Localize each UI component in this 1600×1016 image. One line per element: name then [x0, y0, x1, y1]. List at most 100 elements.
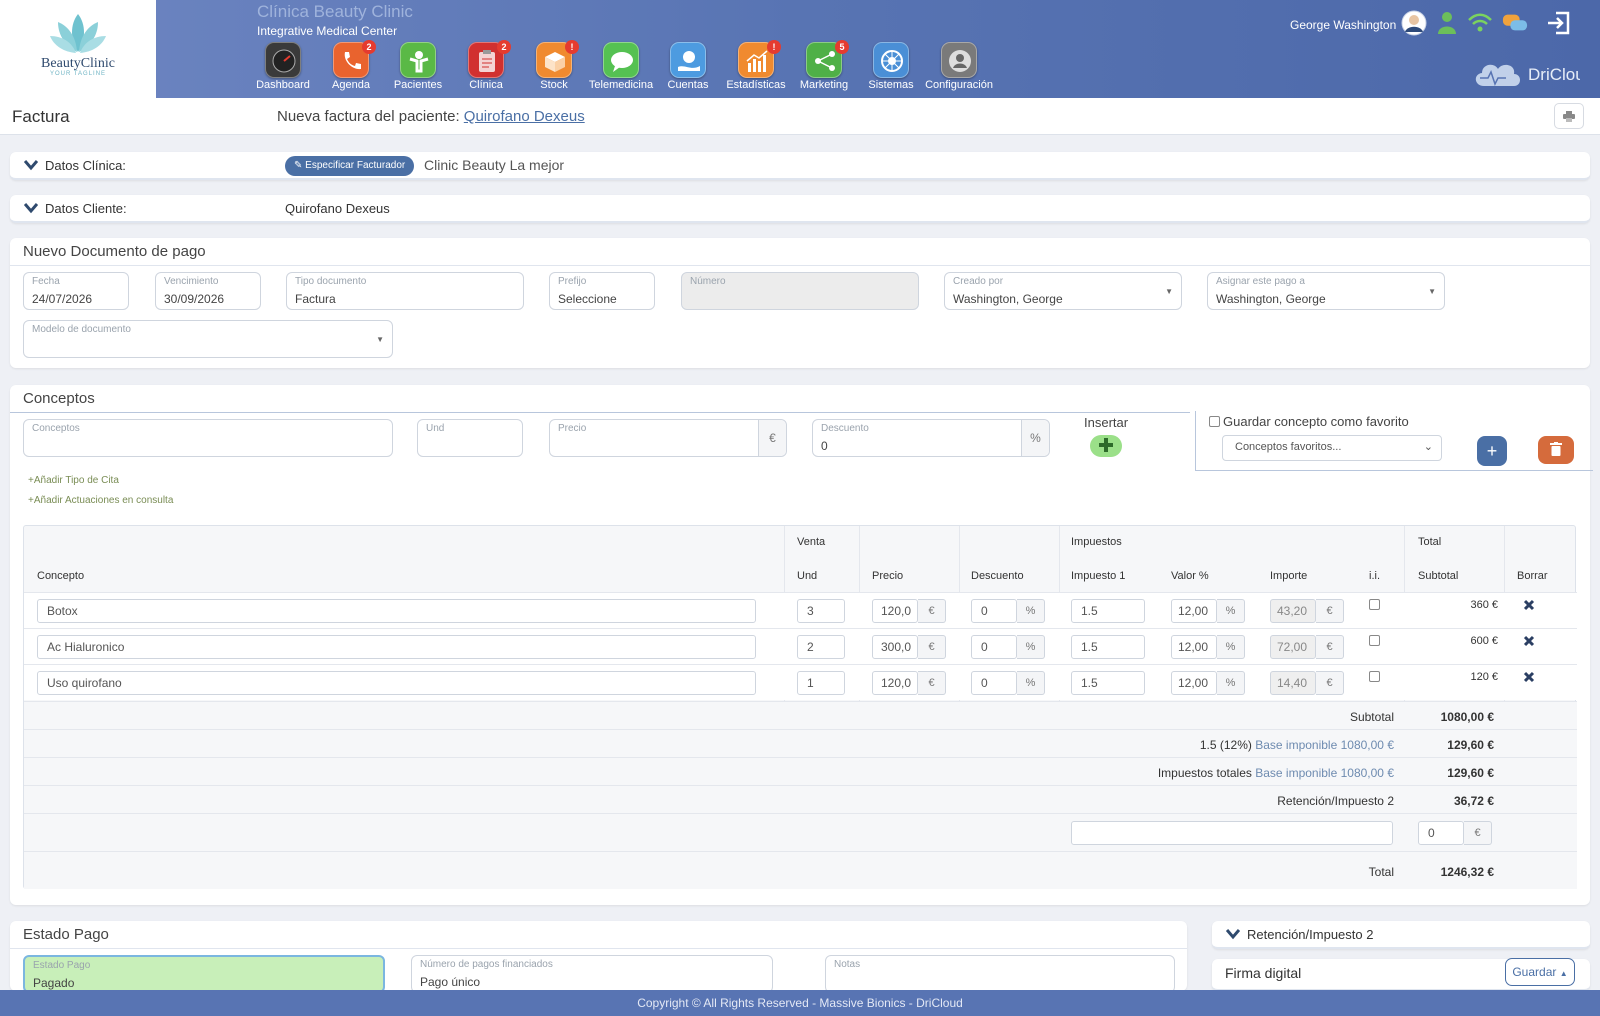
- numero-pagos-select[interactable]: Número de pagos financiados Pago único: [411, 955, 773, 993]
- plus-icon: +: [1486, 441, 1498, 461]
- datos-clinica-panel[interactable]: Datos Clínica: ✎ Especificar Facturador …: [10, 152, 1590, 180]
- nav-item-cuentas[interactable]: Cuentas: [651, 42, 725, 91]
- add-actuaciones-link[interactable]: +Añadir Actuaciones en consulta: [28, 495, 173, 506]
- extra-concept-input[interactable]: [1071, 821, 1393, 845]
- concepto-input[interactable]: Botox: [37, 599, 756, 623]
- print-button[interactable]: [1554, 103, 1584, 129]
- prefijo-select[interactable]: Prefijo Seleccione: [549, 272, 655, 310]
- und-input[interactable]: 1: [797, 671, 845, 695]
- valor-input[interactable]: 12,00: [1171, 671, 1217, 695]
- wifi-icon[interactable]: [1467, 10, 1493, 36]
- importe-input: 43,20: [1270, 599, 1316, 623]
- tax-total-name: Impuestos totales: [1157, 766, 1252, 780]
- nav-item-configuracion[interactable]: Configuración: [922, 42, 996, 91]
- ii-checkbox[interactable]: [1369, 671, 1380, 682]
- box-icon: !: [536, 40, 579, 78]
- chat-icon: [603, 42, 639, 78]
- printer-icon: [1563, 111, 1575, 122]
- euro-addon: €: [758, 420, 786, 456]
- conceptos-favoritos-select[interactable]: Conceptos favoritos... ⌄: [1222, 435, 1442, 461]
- asignar-pago-select[interactable]: Asignar este pago a Washington, George ▼: [1207, 272, 1445, 310]
- nav-item-estadisticas[interactable]: ! Estadísticas: [719, 40, 793, 91]
- valor-input[interactable]: 12,00: [1171, 635, 1217, 659]
- retencion-toggle-label: Retención/Impuesto 2: [1247, 927, 1374, 942]
- col-precio: Precio: [872, 570, 904, 582]
- precio-input[interactable]: 120,0: [872, 671, 918, 695]
- nav-item-stock[interactable]: ! Stock: [517, 40, 591, 91]
- logo[interactable]: BeautyClinic YOUR TAGLINE: [0, 0, 156, 98]
- importe-input: 14,40: [1270, 671, 1316, 695]
- descuento-input[interactable]: 0: [971, 635, 1017, 659]
- user-name[interactable]: George Washington: [1290, 18, 1396, 32]
- tax-line-value: 129,60 €: [1447, 738, 1494, 752]
- vencimiento-field[interactable]: Vencimiento 30/09/2026: [155, 272, 261, 310]
- retencion-panel[interactable]: Retención/Impuesto 2: [1212, 921, 1590, 949]
- clinic-subtitle: Integrative Medical Center: [257, 24, 398, 38]
- user-avatar-icon[interactable]: [1401, 10, 1427, 36]
- nav-item-sistemas[interactable]: Sistemas: [854, 42, 928, 91]
- doctor-icon[interactable]: [1434, 10, 1460, 36]
- descuento-input[interactable]: 0: [971, 671, 1017, 695]
- ii-checkbox[interactable]: [1369, 599, 1380, 610]
- caret-down-icon: ▼: [376, 335, 384, 344]
- concepto-input[interactable]: Uso quirofano: [37, 671, 756, 695]
- especificar-facturador-button[interactable]: ✎ Especificar Facturador: [285, 156, 415, 176]
- precio-input[interactable]: 300,0: [872, 635, 918, 659]
- total-row: Total 1246,32 €: [24, 851, 1577, 889]
- und-input[interactable]: Und: [417, 419, 523, 457]
- insertar-button[interactable]: [1090, 435, 1122, 457]
- nav-item-marketing[interactable]: 5 Marketing: [787, 40, 861, 91]
- nav-item-dashboard[interactable]: Dashboard: [246, 42, 320, 91]
- chevron-down-icon[interactable]: [1226, 928, 1240, 940]
- datos-cliente-panel[interactable]: Datos Cliente: Quirofano Dexeus: [10, 195, 1590, 223]
- modelo-documento-select[interactable]: Modelo de documento ▼: [23, 320, 393, 358]
- estado-pago-select[interactable]: Estado Pago Pagado: [23, 955, 385, 993]
- delete-row-icon[interactable]: [1523, 635, 1535, 647]
- guardar-favorito-checkbox[interactable]: [1209, 416, 1220, 427]
- chat-bubbles-icon[interactable]: [1502, 10, 1528, 36]
- nav-item-agenda[interactable]: 2 Agenda: [314, 40, 388, 91]
- delete-row-icon[interactable]: [1523, 671, 1535, 683]
- nav-item-clinica[interactable]: 2 Clínica: [449, 40, 523, 91]
- guardar-button[interactable]: Guardar ▲: [1505, 958, 1575, 986]
- extra-amount-input[interactable]: 0: [1418, 821, 1464, 845]
- und-input[interactable]: 2: [797, 635, 845, 659]
- impuesto-input[interactable]: 1.5: [1071, 599, 1145, 623]
- precio-input[interactable]: Precio €: [549, 419, 787, 457]
- chevron-down-icon[interactable]: [24, 159, 38, 171]
- precio-input[interactable]: 120,0: [872, 599, 918, 623]
- delete-row-icon[interactable]: [1523, 599, 1535, 611]
- clipboard-icon: 2: [468, 40, 511, 78]
- chevron-down-icon[interactable]: [24, 202, 38, 214]
- total-label: Total: [1368, 865, 1394, 879]
- fecha-field[interactable]: Fecha 24/07/2026: [23, 272, 129, 310]
- concepto-input[interactable]: Ac Hialuronico: [37, 635, 756, 659]
- concepto-input[interactable]: Conceptos: [23, 419, 393, 457]
- valor-input[interactable]: 12,00: [1171, 599, 1217, 623]
- nav-item-pacientes[interactable]: Pacientes: [381, 42, 455, 91]
- tax-total-label: Impuestos totales Base imponible 1080,00…: [1158, 766, 1394, 780]
- impuesto-input[interactable]: 1.5: [1071, 671, 1145, 695]
- asignar-pago-label: Asignar este pago a: [1216, 276, 1305, 287]
- nav-item-telemedicina[interactable]: Telemedicina: [584, 42, 658, 91]
- patient-link[interactable]: Quirofano Dexeus: [464, 108, 585, 125]
- creado-por-select[interactable]: Creado por Washington, George ▼: [944, 272, 1182, 310]
- add-tipo-cita-link[interactable]: +Añadir Tipo de Cita: [28, 475, 119, 486]
- svg-text:DriCloud: DriCloud: [1528, 65, 1580, 84]
- tipo-documento-field[interactable]: Tipo documento Factura: [286, 272, 524, 310]
- delete-favorite-button[interactable]: [1538, 436, 1574, 464]
- tax-total-base: Base imponible 1080,00 €: [1255, 766, 1394, 780]
- logout-icon[interactable]: [1546, 10, 1572, 36]
- numero-pagos-value: Pago único: [420, 975, 481, 989]
- descuento-input[interactable]: Descuento 0 %: [812, 419, 1050, 457]
- nav-label: Clínica: [469, 79, 503, 91]
- descuento-input[interactable]: 0: [971, 599, 1017, 623]
- impuesto-input[interactable]: 1.5: [1071, 635, 1145, 659]
- ii-checkbox[interactable]: [1369, 635, 1380, 646]
- add-favorite-button[interactable]: +: [1477, 436, 1507, 466]
- retencion-row: Retención/Impuesto 2 36,72 €: [24, 785, 1577, 813]
- euro-addon: €: [1316, 671, 1344, 695]
- tax-line-name: 1.5 (12%): [1199, 738, 1252, 752]
- und-input[interactable]: 3: [797, 599, 845, 623]
- notas-input[interactable]: Notas: [825, 955, 1175, 993]
